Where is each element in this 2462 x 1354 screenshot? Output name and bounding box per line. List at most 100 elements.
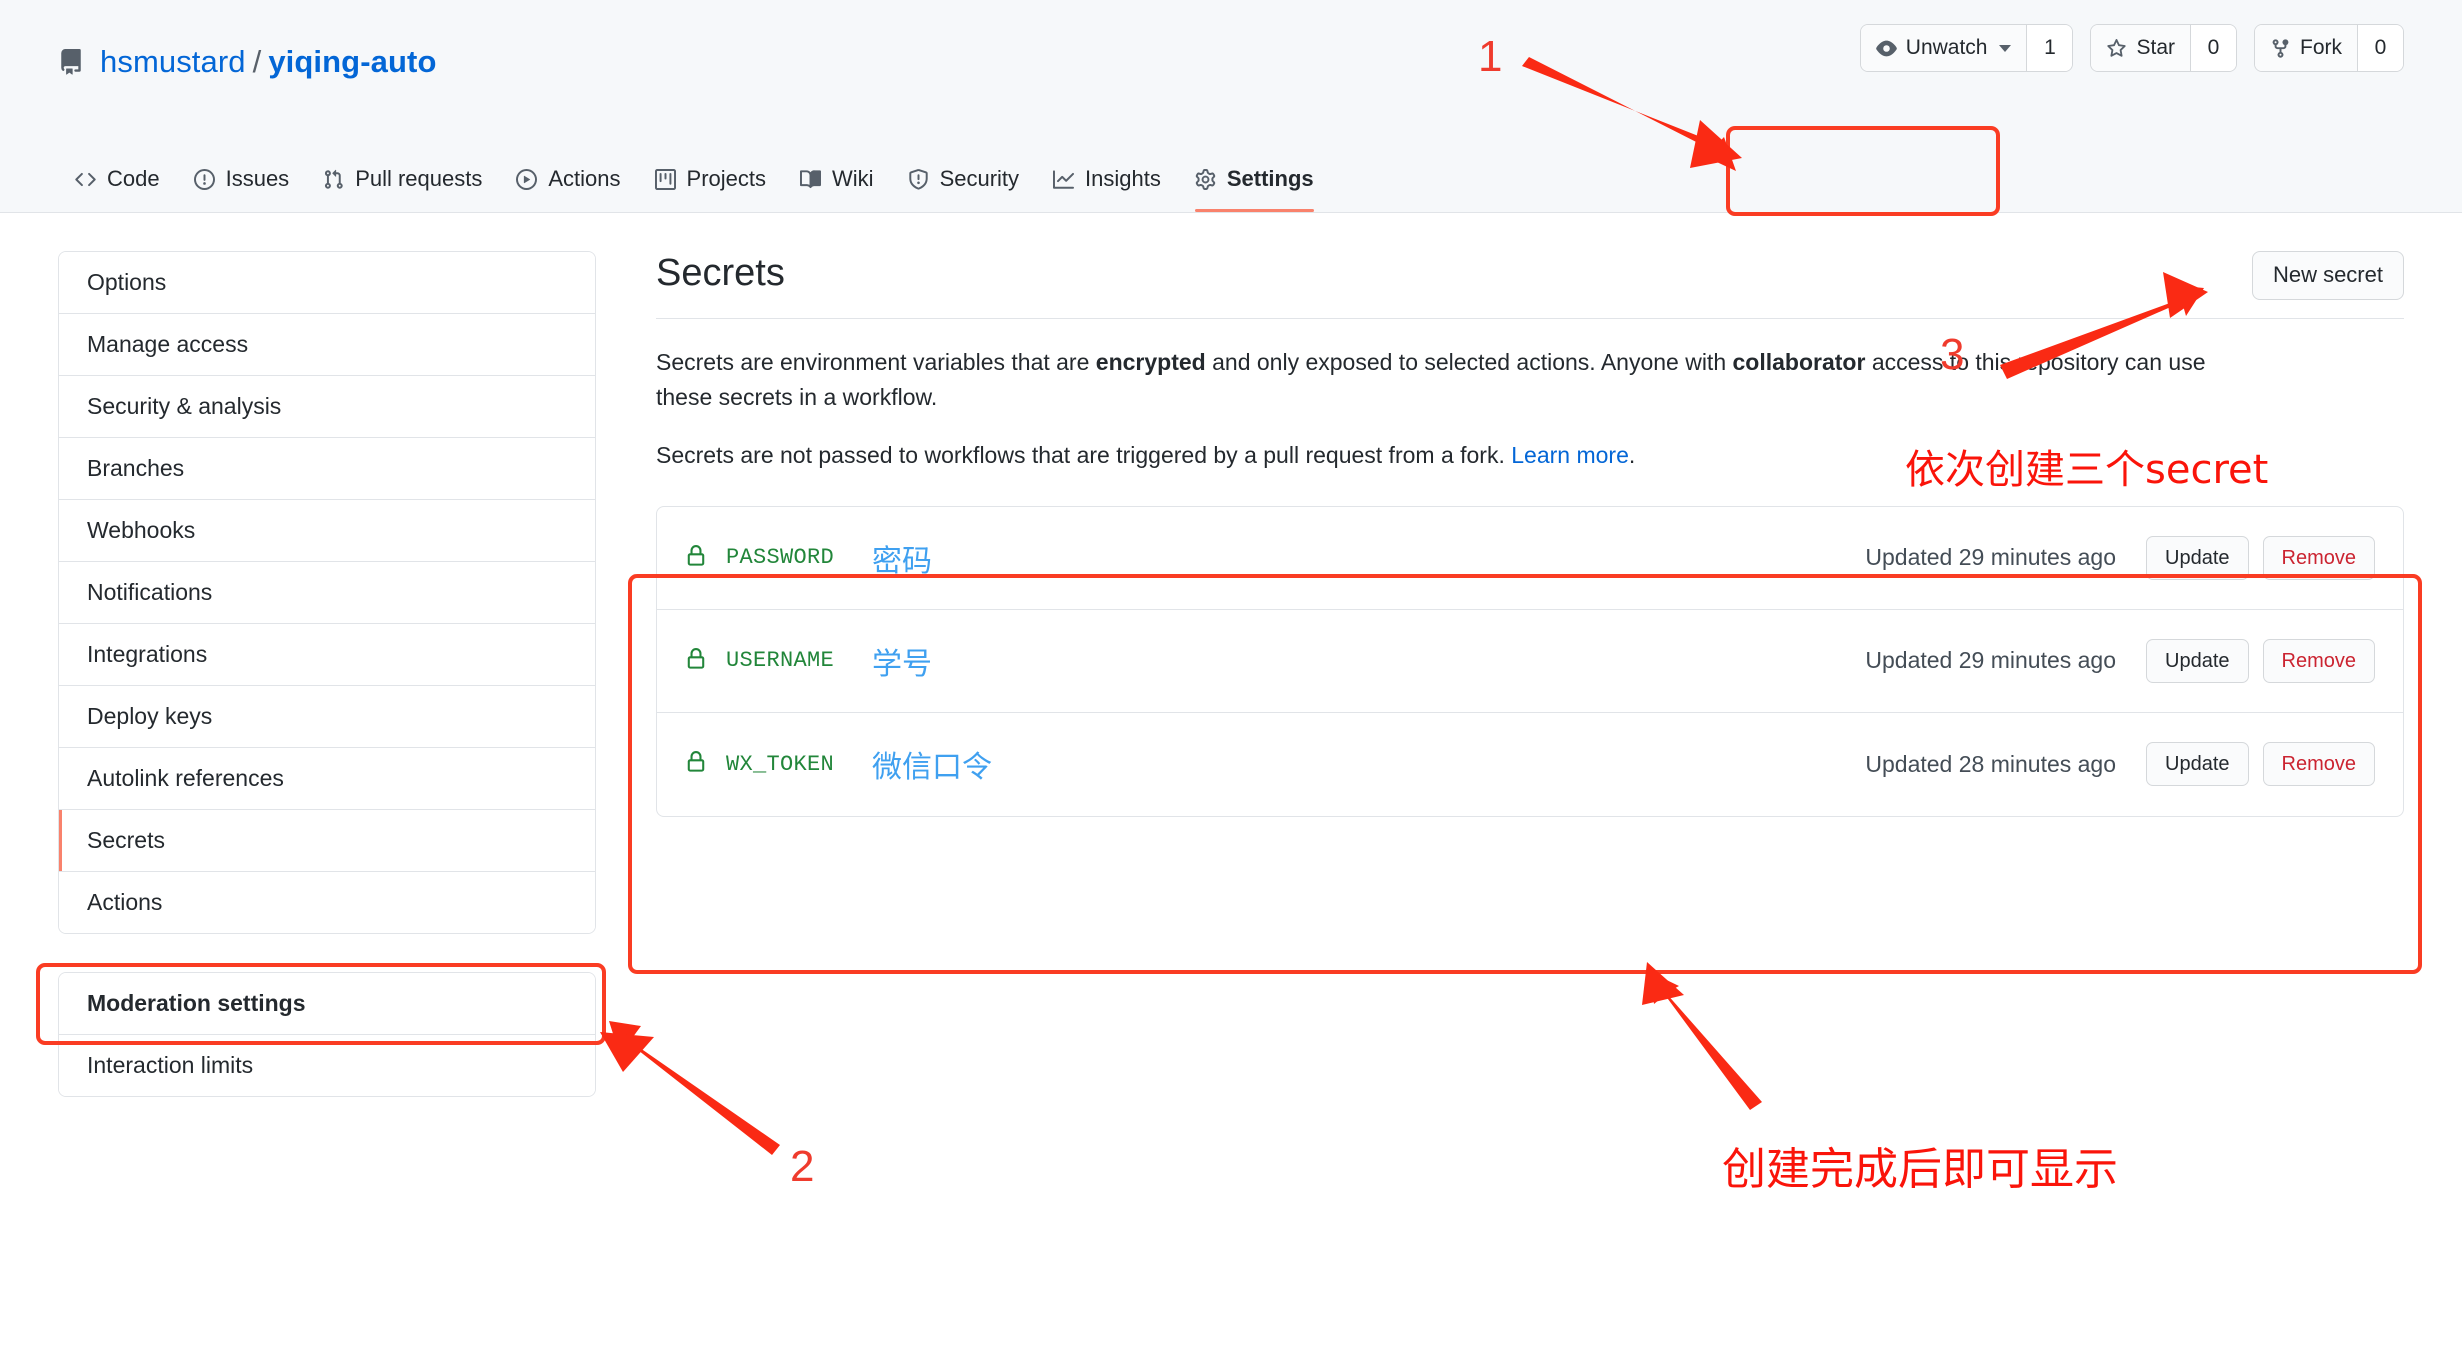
tab-settings[interactable]: Settings	[1178, 168, 1331, 212]
tab-code[interactable]: Code	[58, 168, 177, 212]
unwatch-button[interactable]: Unwatch	[1860, 25, 2027, 71]
sidebar-item-integrations[interactable]: Integrations	[59, 624, 595, 686]
sidebar-item-label: Deploy keys	[87, 703, 213, 729]
desc2-part1: Secrets are not passed to workflows that…	[656, 441, 1512, 468]
update-secret-button[interactable]: Update	[2146, 742, 2249, 787]
repo-name-link[interactable]: yiqing-auto	[268, 44, 436, 79]
secret-annotation-note: 微信口令	[872, 750, 993, 786]
secrets-list: PASSWORD 密码 Updated 29 minutes ago Updat…	[656, 505, 2404, 817]
sidebar-item-label: Autolink references	[87, 765, 284, 791]
tab-settings-label: Settings	[1226, 166, 1314, 191]
eye-icon	[1875, 38, 1897, 59]
star-count[interactable]: 0	[2190, 25, 2236, 71]
remove-secret-button[interactable]: Remove	[2262, 535, 2375, 580]
sidebar-item-interaction-limits[interactable]: Interaction limits	[59, 1035, 595, 1096]
secret-name: WX_TOKEN	[726, 751, 835, 777]
breadcrumb: hsmustard / yiqing-auto	[100, 44, 436, 80]
tab-insights[interactable]: Insights	[1036, 168, 1178, 212]
sidebar-item-branches[interactable]: Branches	[59, 438, 595, 500]
desc1-encrypted: encrypted	[1095, 348, 1206, 375]
secret-updated-timestamp: Updated 28 minutes ago	[1865, 750, 2117, 777]
tab-pull-requests[interactable]: Pull requests	[306, 168, 499, 212]
update-secret-button[interactable]: Update	[2146, 535, 2249, 580]
tab-issues[interactable]: Issues	[177, 168, 307, 212]
secrets-header: Secrets New secret	[656, 251, 2404, 319]
desc1-part2: and only exposed to selected actions. An…	[1205, 348, 1733, 375]
settings-menu-moderation: Moderation settings Interaction limits	[58, 972, 596, 1097]
learn-more-link[interactable]: Learn more	[1511, 442, 1629, 468]
repo-icon	[58, 49, 84, 75]
secrets-description-1: Secrets are environment variables that a…	[656, 345, 2266, 416]
sidebar-item-label: Webhooks	[87, 517, 196, 543]
tab-security[interactable]: Security	[891, 168, 1036, 212]
tab-wiki[interactable]: Wiki	[783, 168, 891, 212]
star-button[interactable]: Star	[2091, 25, 2190, 71]
sidebar-heading-moderation-settings: Moderation settings	[59, 973, 595, 1035]
sidebar-item-notifications[interactable]: Notifications	[59, 562, 595, 624]
table-row: USERNAME 学号 Updated 29 minutes ago Updat…	[657, 610, 2403, 713]
sidebar-item-manage-access[interactable]: Manage access	[59, 314, 595, 376]
desc1-collaborator: collaborator	[1732, 348, 1866, 375]
issue-opened-icon	[193, 168, 215, 190]
tab-projects-label: Projects	[686, 166, 767, 191]
new-secret-button[interactable]: New secret	[2251, 251, 2404, 300]
secret-name: USERNAME	[726, 648, 835, 674]
code-icon	[75, 169, 96, 190]
sidebar-item-actions[interactable]: Actions	[59, 872, 595, 933]
sidebar-item-webhooks[interactable]: Webhooks	[59, 500, 595, 562]
chevron-down-icon[interactable]	[1999, 44, 2012, 52]
main-content: Secrets New secret Secrets are environme…	[656, 251, 2404, 1097]
tab-projects[interactable]: Projects	[638, 168, 783, 212]
sidebar-item-label: Secrets	[87, 827, 165, 853]
sidebar-item-label: Security & analysis	[87, 393, 282, 419]
table-row: PASSWORD 密码 Updated 29 minutes ago Updat…	[657, 507, 2403, 610]
star-label: Star	[2136, 36, 2175, 59]
annotation-step-2-number: 2	[790, 1142, 815, 1191]
table-row: WX_TOKEN 微信口令 Updated 28 minutes ago Upd…	[657, 713, 2403, 816]
sidebar-item-autolink-references[interactable]: Autolink references	[59, 748, 595, 810]
sidebar-item-security-analysis[interactable]: Security & analysis	[59, 376, 595, 438]
secrets-list-wrap: PASSWORD 密码 Updated 29 minutes ago Updat…	[656, 505, 2404, 817]
fork-button[interactable]: Fork	[2255, 25, 2357, 71]
fork-icon	[2270, 38, 2291, 59]
repo-actions: Unwatch 1 Star 0 Fork 0	[1859, 24, 2404, 72]
annotation-note-shows-after-create: 创建完成后即可显示	[1722, 1144, 2118, 1195]
sidebar-item-label: Interaction limits	[87, 1052, 254, 1078]
sidebar-item-label: Notifications	[87, 579, 213, 605]
secret-annotation-note: 学号	[872, 646, 933, 682]
fork-label: Fork	[2300, 36, 2342, 59]
sidebar-item-label: Integrations	[87, 641, 208, 667]
repo-separator: /	[252, 44, 262, 79]
secret-name: PASSWORD	[726, 545, 835, 571]
tab-actions[interactable]: Actions	[499, 168, 637, 212]
secret-row-actions: Update Remove	[2146, 535, 2375, 580]
play-icon	[516, 168, 538, 190]
fork-count[interactable]: 0	[2357, 25, 2403, 71]
lock-icon	[685, 647, 707, 674]
watch-button-group[interactable]: Unwatch 1	[1859, 24, 2074, 72]
tab-security-label: Security	[939, 166, 1020, 191]
tab-pull-requests-label: Pull requests	[355, 166, 483, 191]
tab-actions-label: Actions	[548, 166, 621, 191]
repo-owner-link[interactable]: hsmustard	[100, 44, 246, 79]
secret-updated-timestamp: Updated 29 minutes ago	[1865, 647, 2117, 674]
secrets-description-2: Secrets are not passed to workflows that…	[656, 438, 2266, 474]
sidebar-item-deploy-keys[interactable]: Deploy keys	[59, 686, 595, 748]
secret-row-actions: Update Remove	[2146, 742, 2375, 787]
sidebar-item-options[interactable]: Options	[59, 252, 595, 314]
desc1-part1: Secrets are environment variables that a…	[656, 348, 1096, 375]
sidebar-item-label: Moderation settings	[87, 990, 306, 1016]
sidebar-item-label: Actions	[87, 889, 163, 915]
watch-count[interactable]: 1	[2026, 25, 2073, 71]
tab-code-label: Code	[107, 166, 160, 191]
sidebar-item-secrets[interactable]: Secrets	[59, 810, 595, 872]
remove-secret-button[interactable]: Remove	[2262, 638, 2375, 683]
tab-insights-label: Insights	[1085, 166, 1161, 191]
update-secret-button[interactable]: Update	[2146, 638, 2249, 683]
star-icon	[2106, 38, 2127, 59]
settings-menu-primary: Options Manage access Security & analysi…	[58, 251, 596, 934]
remove-secret-button[interactable]: Remove	[2262, 742, 2375, 787]
fork-button-group[interactable]: Fork 0	[2254, 24, 2404, 72]
gear-icon	[1195, 168, 1216, 190]
star-button-group[interactable]: Star 0	[2090, 24, 2237, 72]
